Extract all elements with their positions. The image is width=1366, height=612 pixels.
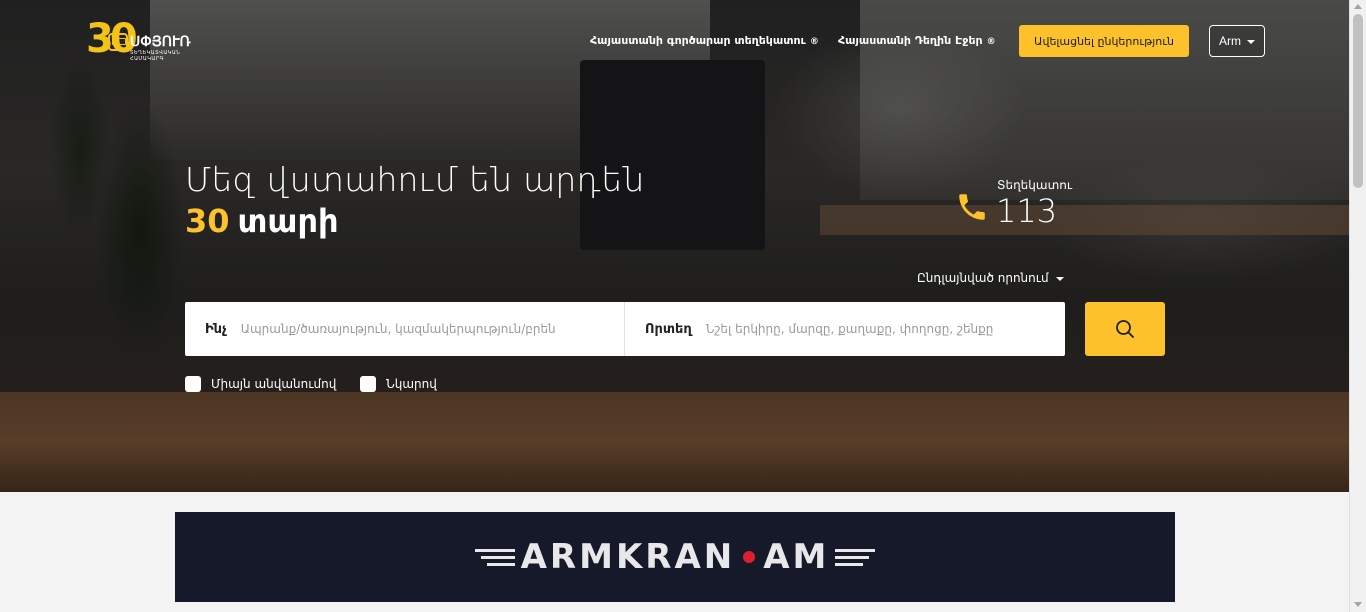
search-icon [1116,320,1134,338]
advertisement-banner[interactable]: ARMKRAN AM [175,512,1175,602]
chevron-down-icon [1055,276,1064,281]
advanced-search-toggle[interactable]: Ընդլայնված որոնում [917,271,1064,285]
advanced-search-label: Ընդլայնված որոնում [917,271,1049,285]
search-where-label: Որտեղ [645,321,692,337]
site-logo[interactable]: 30 ՍՓՅՈՒՌ ՏԵՂԵԿԱՏՎԱԿԱՆ ՀԱՄԱԿԱՐԳ [86,16,206,62]
phone-icon [959,194,985,220]
nav-yellow-pages[interactable]: Հայաստանի Դեղին Էջեր ® [838,34,996,47]
hero-headline: Մեզ վստահում են արդեն [185,160,645,199]
page-scrollbar[interactable] [1349,0,1366,612]
filter-with-photo-label: Նկարով [386,377,437,391]
search-what-label: Ինչ [205,321,227,337]
nav-business-directory-label: Հայաստանի գործարար տեղեկատու [590,34,806,47]
hero-section [0,0,1349,492]
hero-headline-years: 30 տարի [185,202,339,240]
banner-stripes-left [474,548,515,566]
banner-dot-icon [743,551,756,563]
filter-name-only-label: Միայն անվանումով [211,377,337,391]
scroll-down-icon[interactable] [1354,602,1362,607]
search-button[interactable] [1085,302,1165,356]
registered-mark: ® [809,37,819,47]
search-where-input[interactable] [705,314,1046,344]
filter-name-only[interactable]: Միայն անվանումով [185,376,336,392]
scroll-up-icon[interactable] [1354,4,1362,9]
registered-mark: ® [986,37,996,47]
info-line-label: Տեղեկատու [997,178,1073,192]
language-select[interactable]: Arm [1209,25,1265,57]
nav-business-directory[interactable]: Հայաստանի գործարար տեղեկատու ® [590,34,819,47]
banner-logo-right: AM [763,537,830,577]
banner-stripes-right [835,548,876,566]
bus-icon [108,33,128,51]
add-company-button[interactable]: Ավելացնել ընկերություն [1019,25,1189,57]
banner-logo-left: ARMKRAN [520,537,736,577]
hero-years-number: 30 [185,202,230,240]
filter-with-photo[interactable]: Նկարով [360,376,437,392]
info-line-number[interactable]: 113 [996,192,1057,230]
search-what-group: Ինչ [185,302,625,356]
filter-name-only-checkbox[interactable] [185,376,201,392]
logo-tagline: ՏԵՂԵԿԱՏՎԱԿԱՆ ՀԱՄԱԿԱՐԳ [130,50,181,62]
logo-brand-text: ՍՓՅՈՒՌ [130,33,191,49]
hero-overlay [0,0,1349,492]
chevron-down-icon [1247,40,1255,44]
filter-with-photo-checkbox[interactable] [360,376,376,392]
hero-years-word: տարի [237,202,339,240]
banner-logo: ARMKRAN AM [469,537,882,577]
nav-yellow-pages-label: Հայաստանի Դեղին Էջեր [838,34,983,47]
search-where-group: Որտեղ [625,302,1065,356]
search-bar: Ինչ Որտեղ [185,302,1065,356]
language-current: Arm [1219,34,1241,48]
search-what-input[interactable] [240,314,601,344]
scrollbar-thumb[interactable] [1353,14,1363,188]
